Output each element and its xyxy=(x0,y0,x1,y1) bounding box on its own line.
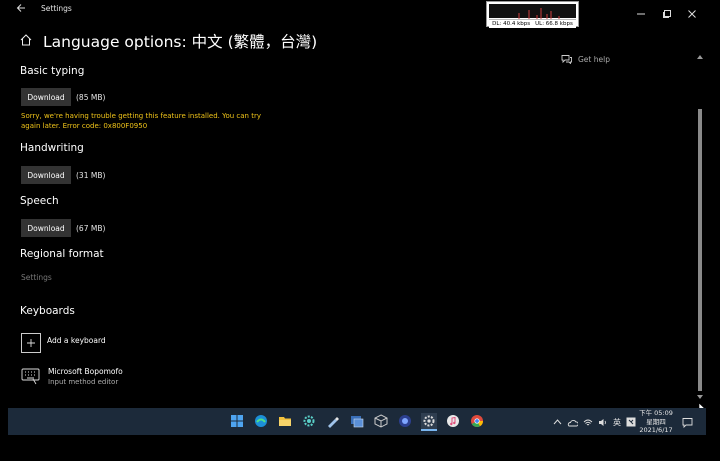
clock[interactable]: 下午 05:09 星期四 2021/6/17 xyxy=(634,409,678,435)
regional-settings-link[interactable]: Settings xyxy=(21,273,52,282)
basic-typing-error: Sorry, we're having trouble getting this… xyxy=(21,112,261,130)
scrollbar-thumb[interactable] xyxy=(698,109,702,391)
keyboards-heading: Keyboards xyxy=(20,305,75,317)
back-arrow-icon xyxy=(16,4,25,12)
page-title: Language options: 中文 (繁體，台灣) xyxy=(43,33,318,51)
handwriting-download-button[interactable]: Download xyxy=(21,166,71,184)
regional-format-heading: Regional format xyxy=(20,248,104,260)
plus-icon xyxy=(27,339,35,347)
net-meter-graph xyxy=(489,4,576,19)
virtualbox-icon[interactable] xyxy=(349,413,365,429)
basic-typing-download-button[interactable]: Download xyxy=(21,88,71,106)
download-speed: DL: 40.4 kbps xyxy=(492,21,531,27)
system-tray: 英 xyxy=(553,415,636,429)
clock-day: 星期四 xyxy=(646,417,666,426)
gear-app-icon[interactable] xyxy=(301,413,317,429)
chevron-up-icon[interactable] xyxy=(553,418,562,426)
clock-time: 下午 05:09 xyxy=(639,409,673,417)
settings-icon[interactable] xyxy=(421,413,437,431)
clock-date: 2021/6/17 xyxy=(639,426,673,434)
wifi-icon[interactable] xyxy=(583,418,593,427)
keyboard-item-name: Microsoft Bopomofo xyxy=(48,367,123,376)
maximize-button[interactable] xyxy=(662,4,674,18)
speech-download-button[interactable]: Download xyxy=(21,219,71,237)
ime-indicator[interactable]: 英 xyxy=(613,417,621,428)
add-keyboard-label: Add a keyboard xyxy=(47,336,106,345)
get-help-link[interactable]: Get help xyxy=(561,54,610,64)
help-chat-icon xyxy=(561,55,572,64)
minimize-button[interactable] xyxy=(636,4,648,15)
add-keyboard-button[interactable]: Add a keyboard xyxy=(21,333,106,353)
net-meter-text: DL: 40.4 kbps UL: 66.8 kbps xyxy=(489,19,576,28)
paint-icon[interactable] xyxy=(325,413,341,429)
handwriting-size: (31 MB) xyxy=(76,171,106,180)
window-title: Settings xyxy=(41,4,72,13)
chrome-icon[interactable] xyxy=(469,413,485,429)
close-icon xyxy=(688,10,696,18)
handwriting-heading: Handwriting xyxy=(20,142,84,154)
edge-icon[interactable] xyxy=(253,413,269,429)
browser-icon[interactable] xyxy=(397,413,413,429)
get-help-label: Get help xyxy=(578,54,610,64)
upload-speed: UL: 66.8 kbps xyxy=(535,21,573,27)
taskbar-apps xyxy=(229,413,485,431)
home-icon xyxy=(20,34,32,46)
basic-typing-heading: Basic typing xyxy=(20,65,85,77)
music-icon[interactable] xyxy=(445,413,461,429)
box-icon[interactable] xyxy=(373,413,389,429)
back-button[interactable] xyxy=(16,3,28,15)
net-graph-icon xyxy=(518,8,560,19)
minimize-icon xyxy=(637,13,645,15)
maximize-icon xyxy=(663,10,671,18)
close-button[interactable] xyxy=(687,4,699,18)
net-meter: DL: 40.4 kbps UL: 66.8 kbps xyxy=(486,1,579,28)
scroll-up-icon[interactable] xyxy=(696,54,704,60)
scroll-down-icon[interactable] xyxy=(696,394,704,400)
onedrive-icon[interactable] xyxy=(567,418,578,427)
notification-icon[interactable] xyxy=(682,417,693,428)
speech-heading: Speech xyxy=(20,195,59,207)
keyboard-item-sub: Input method editor xyxy=(48,378,119,386)
basic-typing-size: (85 MB) xyxy=(76,93,106,102)
windows-start-icon[interactable] xyxy=(229,413,245,429)
add-keyboard-box xyxy=(21,333,41,353)
home-button[interactable] xyxy=(19,32,33,46)
keyboard-icon xyxy=(21,368,40,385)
keyboard-item-bopomofo[interactable]: Microsoft Bopomofo Input method editor xyxy=(21,367,123,386)
scrollbar-track[interactable] xyxy=(696,54,704,404)
file-explorer-icon[interactable] xyxy=(277,413,293,429)
volume-icon[interactable] xyxy=(598,418,608,427)
speech-size: (67 MB) xyxy=(76,224,106,233)
